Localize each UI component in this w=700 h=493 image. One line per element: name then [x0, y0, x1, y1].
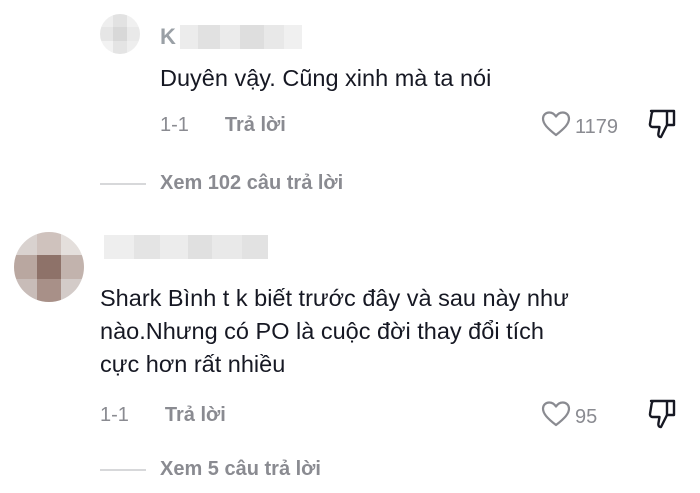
- dislike-button[interactable]: [647, 398, 677, 435]
- comment-text: Shark Bình t k biết trước đây và sau này…: [100, 282, 569, 381]
- blurred-username: [179, 25, 302, 49]
- like-button[interactable]: 95: [541, 400, 597, 434]
- thumbs-down-outline-icon: [647, 399, 677, 434]
- thumbs-down-outline-icon: [647, 109, 677, 144]
- comment-text: Duyên vậy. Cũng xinh mà ta nói: [160, 62, 491, 95]
- view-replies-label: Xem 5 câu trả lời: [160, 458, 321, 480]
- heart-outline-icon: [541, 110, 571, 144]
- heart-outline-icon: [541, 400, 571, 434]
- view-replies-label: Xem 102 câu trả lời: [160, 172, 344, 194]
- view-replies-button[interactable]: Xem 5 câu trả lời: [100, 458, 321, 481]
- author-initial: K: [160, 24, 176, 49]
- divider-line: [100, 468, 146, 471]
- author-name[interactable]: [100, 234, 268, 260]
- comment-text-line: cực hơn rất nhiều: [100, 351, 286, 377]
- dislike-button[interactable]: [647, 108, 677, 145]
- comment-text-line: nào.Nhưng có PO là cuộc đời thay đổi tíc…: [100, 318, 544, 344]
- author-name[interactable]: K: [160, 24, 302, 50]
- comment-text-line: Shark Bình t k biết trước đây và sau này…: [100, 285, 569, 311]
- avatar[interactable]: [14, 232, 84, 302]
- like-count: 1179: [575, 115, 619, 138]
- view-replies-button[interactable]: Xem 102 câu trả lời: [100, 172, 343, 195]
- comment-date: 1-1: [100, 404, 129, 426]
- like-button[interactable]: 1179: [541, 110, 618, 144]
- reply-button[interactable]: Trả lời: [225, 114, 286, 137]
- comment-date: 1-1: [160, 114, 189, 136]
- comment-text-line: Duyên vậy. Cũng xinh mà ta nói: [160, 65, 492, 91]
- like-count: 95: [575, 405, 598, 428]
- reply-button[interactable]: Trả lời: [165, 404, 226, 427]
- comment-meta: 1-1 Trả lời: [100, 404, 226, 427]
- avatar[interactable]: [100, 14, 140, 54]
- comment-item: Shark Bình t k biết trước đây và sau này…: [0, 220, 700, 493]
- divider-line: [100, 182, 146, 185]
- comment-meta: 1-1 Trả lời: [160, 114, 286, 137]
- blurred-username: [104, 235, 268, 259]
- comment-item: K Duyên vậy. Cũng xinh mà ta nói 1-1 Trả…: [0, 0, 700, 200]
